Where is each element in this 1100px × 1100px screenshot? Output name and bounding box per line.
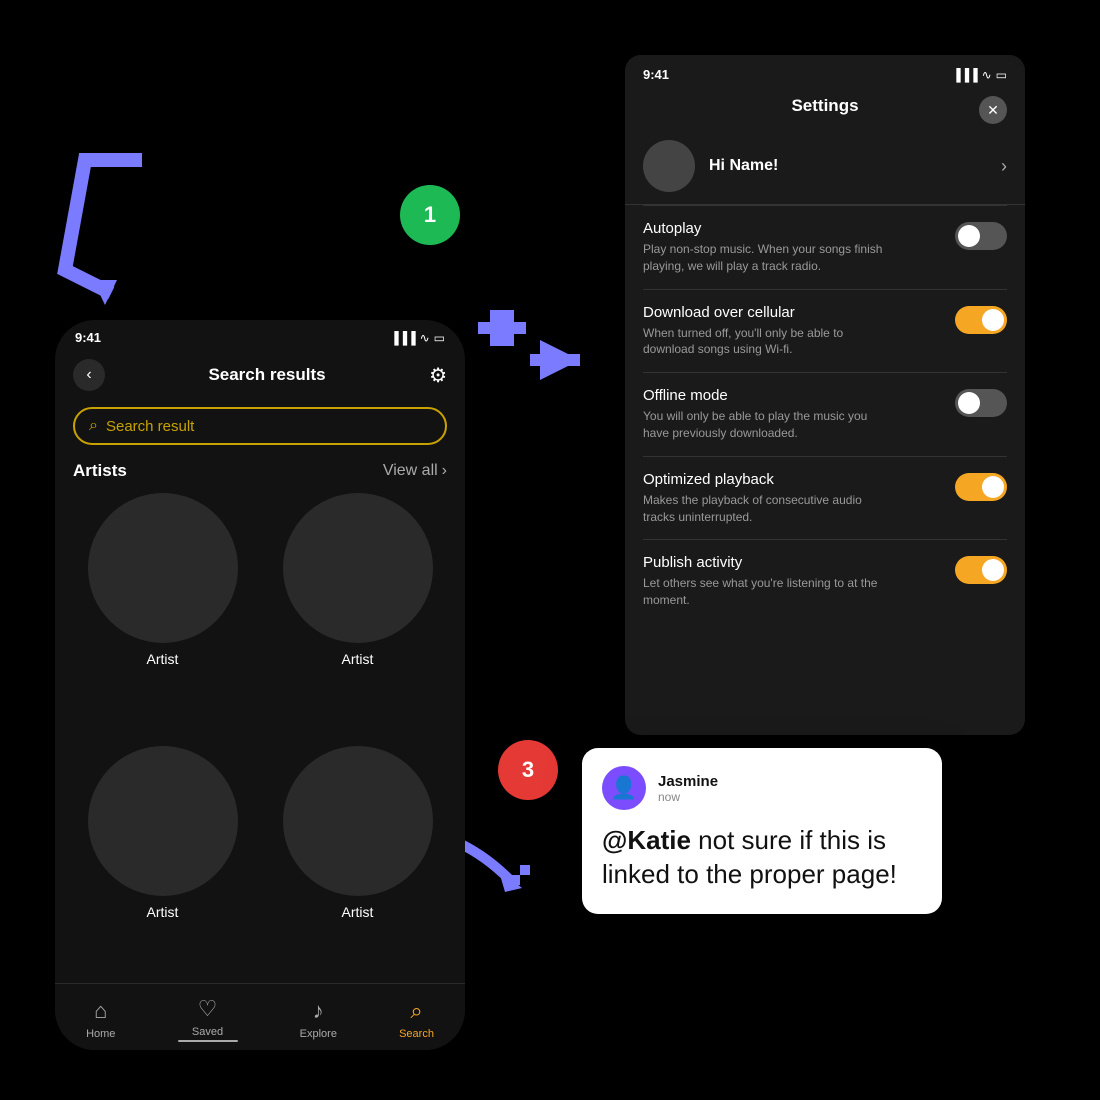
setting-offline-name: Offline mode [643,387,955,404]
setting-publish-name: Publish activity [643,554,955,571]
arrow-annotation-1 [55,150,155,310]
close-icon: ✕ [987,102,999,119]
setting-optimized-playback: Optimized playback Makes the playback of… [625,457,1025,540]
wifi-icon: ∿ [420,331,430,345]
setting-publish-activity: Publish activity Let others see what you… [625,540,1025,623]
badge-1: 1 [400,185,460,245]
setting-download-cellular: Download over cellular When turned off, … [625,290,1025,373]
search-bar[interactable]: ⌕ Search result [73,407,447,445]
optimized-playback-toggle[interactable] [955,473,1007,501]
setting-download-name: Download over cellular [643,304,955,321]
artist-avatar-1 [88,493,238,643]
settings-status-icons: ▐▐▐ ∿ ▭ [952,68,1007,82]
artist-avatar-3 [88,746,238,896]
artist-item-3[interactable]: Artist [73,746,252,983]
autoplay-toggle[interactable] [955,222,1007,250]
publish-activity-toggle[interactable] [955,556,1007,584]
home-icon: ⌂ [94,998,107,1024]
artist-item-2[interactable]: Artist [268,493,447,730]
artist-name-1: Artist [147,651,179,667]
offline-mode-toggle[interactable] [955,389,1007,417]
artist-name-3: Artist [147,904,179,920]
nav-explore[interactable]: ♪ Explore [300,998,337,1040]
search-input[interactable]: Search result [106,418,194,435]
heart-icon: ♡ [198,996,218,1022]
profile-row[interactable]: Hi Name! › [625,130,1025,205]
notification-username: Jasmine [658,773,718,790]
settings-close-button[interactable]: ✕ [979,96,1007,124]
nav-search[interactable]: ⌕ Search [399,998,434,1040]
view-all-button[interactable]: View all › [383,462,447,480]
gear-icon[interactable]: ⚙ [429,363,447,388]
profile-avatar [643,140,695,192]
artist-item-4[interactable]: Artist [268,746,447,983]
cursor-annotation-1 [470,310,600,400]
notification-header: 👤 Jasmine now [602,766,922,810]
notification-message: @Katie not sure if this is linked to the… [602,824,922,892]
nav-underline [178,1040,238,1042]
toggle-thumb-5 [982,559,1004,581]
artist-avatar-4 [283,746,433,896]
toggle-thumb-2 [982,309,1004,331]
profile-name: Hi Name! [709,157,987,175]
settings-time: 9:41 [643,67,669,82]
setting-offline-desc: You will only be able to play the music … [643,408,883,442]
setting-autoplay: Autoplay Play non-stop music. When your … [625,206,1025,289]
settings-battery-icon: ▭ [996,68,1007,82]
settings-status-bar: 9:41 ▐▐▐ ∿ ▭ [625,55,1025,90]
chevron-right-icon: › [442,462,447,480]
phone-status-icons: ▐▐▐ ∿ ▭ [390,331,445,345]
settings-signal-icon: ▐▐▐ [952,68,978,82]
settings-header: Settings ✕ [625,90,1025,130]
phone-screen: 9:41 ▐▐▐ ∿ ▭ ‹ Search results ⚙ ⌕ Search… [55,320,465,1050]
artist-name-2: Artist [342,651,374,667]
badge-3: 3 [498,740,558,800]
nav-search-label: Search [399,1028,434,1040]
setting-autoplay-name: Autoplay [643,220,955,237]
settings-panel: 9:41 ▐▐▐ ∿ ▭ Settings ✕ Hi Name! › Autop… [625,55,1025,735]
notification-user-info: Jasmine now [658,773,718,804]
toggle-thumb-3 [958,392,980,414]
toggle-thumb [958,225,980,247]
nav-saved[interactable]: ♡ Saved [178,996,238,1042]
artist-avatar-2 [283,493,433,643]
phone-status-bar: 9:41 ▐▐▐ ∿ ▭ [55,320,465,351]
music-icon: ♪ [313,998,324,1024]
back-button[interactable]: ‹ [73,359,105,391]
notification-time: now [658,790,718,804]
nav-home[interactable]: ⌂ Home [86,998,115,1040]
artist-name-4: Artist [342,904,374,920]
nav-saved-label: Saved [192,1026,223,1038]
phone-time: 9:41 [75,330,101,345]
search-bar-wrapper: ⌕ Search result [55,401,465,457]
nav-explore-label: Explore [300,1028,337,1040]
notification-avatar: 👤 [602,766,646,810]
setting-optimized-desc: Makes the playback of consecutive audio … [643,492,883,526]
setting-publish-desc: Let others see what you're listening to … [643,575,883,609]
nav-home-label: Home [86,1028,115,1040]
setting-offline-mode: Offline mode You will only be able to pl… [625,373,1025,456]
search-icon: ⌕ [89,417,98,435]
signal-icon: ▐▐▐ [390,331,416,345]
avatar-emoji: 👤 [610,775,637,801]
artist-item-1[interactable]: Artist [73,493,252,730]
artists-section-header: Artists View all › [55,457,465,493]
settings-wifi-icon: ∿ [982,68,992,82]
phone-title: Search results [208,365,325,385]
toggle-thumb-4 [982,476,1004,498]
profile-chevron-icon: › [1001,156,1007,177]
notification-card: 👤 Jasmine now @Katie not sure if this is… [582,748,942,914]
bottom-nav: ⌂ Home ♡ Saved ♪ Explore ⌕ Search [55,983,465,1050]
setting-optimized-name: Optimized playback [643,471,955,488]
battery-icon: ▭ [434,331,445,345]
search-nav-icon: ⌕ [410,998,422,1024]
artists-grid: Artist Artist Artist Artist [55,493,465,983]
phone-header: ‹ Search results ⚙ [55,351,465,401]
artists-label: Artists [73,461,127,481]
setting-autoplay-desc: Play non-stop music. When your songs fin… [643,241,883,275]
notification-mention: @Katie [602,825,691,855]
download-cellular-toggle[interactable] [955,306,1007,334]
setting-download-desc: When turned off, you'll only be able to … [643,325,883,359]
settings-title: Settings [791,96,858,116]
